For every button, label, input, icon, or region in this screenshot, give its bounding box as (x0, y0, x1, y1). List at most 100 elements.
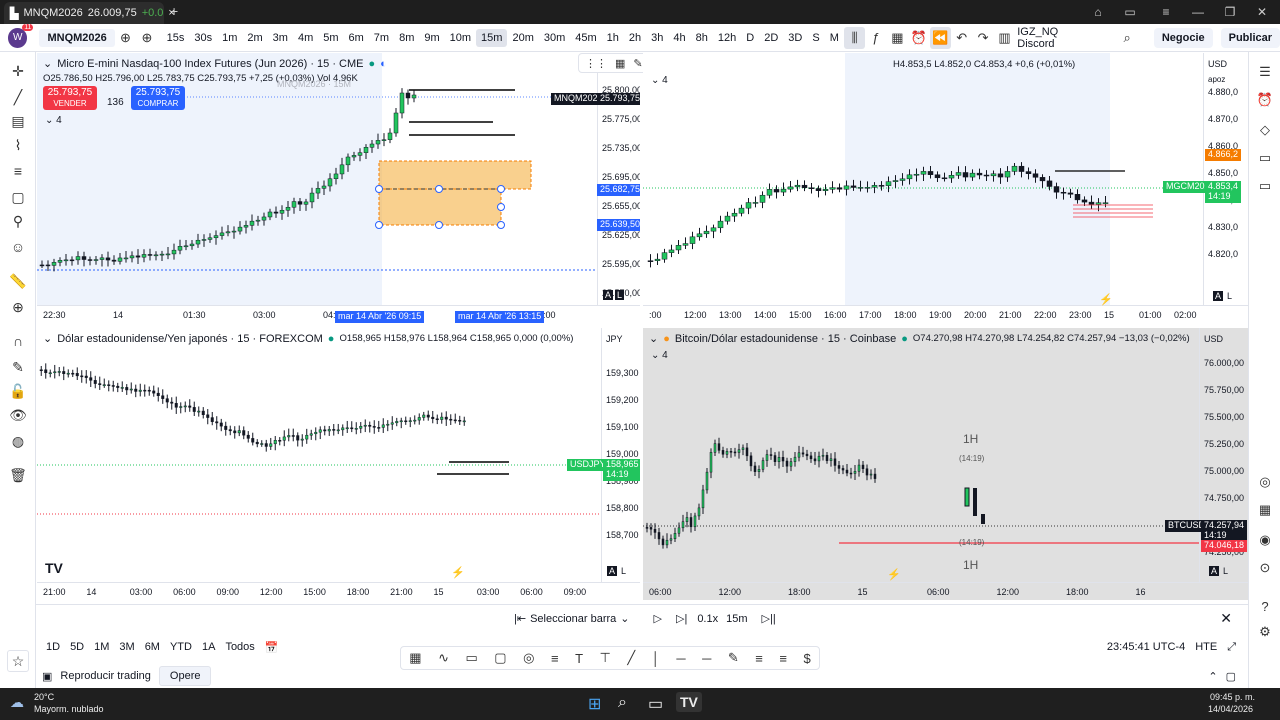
timeframe-5m[interactable]: 5m (318, 29, 343, 47)
trash-icon[interactable]: 🗑 (7, 464, 29, 486)
chart-panel-btcusd[interactable]: ⌄ ● Bitcoin/Dólar estadounidense · 15 · … (643, 328, 1248, 600)
indicators-collapse[interactable]: ⌄ 4 (651, 75, 668, 86)
chart-panel-usdjpy[interactable]: ⌄ Dólar estadounidense/Yen japonés · 15 … (37, 328, 640, 600)
start-icon[interactable]: ⊞ (588, 694, 601, 714)
select-bar-button[interactable]: |⇤ Seleccionar barra ⌄ (514, 612, 630, 625)
axis-currency[interactable]: USD (1208, 59, 1227, 69)
crosshair-icon[interactable]: ✛ (7, 60, 29, 82)
timeframe-2h[interactable]: 2h (624, 29, 646, 47)
clock[interactable]: 23:45:41 UTC-4 (1107, 641, 1185, 653)
chart-type-icon[interactable]: ⫼ (844, 27, 865, 49)
target-icon[interactable]: ◎ (1255, 472, 1275, 492)
session-label[interactable]: HTE (1195, 641, 1217, 653)
timeframe-S[interactable]: S (807, 29, 824, 47)
timeframe-30s[interactable]: 30s (189, 29, 217, 47)
zoom-icon[interactable]: ⊕ (7, 296, 29, 318)
timeframe-30m[interactable]: 30m (539, 29, 570, 47)
shapes-icon[interactable]: ≡ (7, 160, 29, 182)
messages-icon[interactable]: ▭ (1255, 176, 1275, 196)
eye-icon[interactable]: 👁 (7, 404, 29, 426)
timeframe-20m[interactable]: 20m (507, 29, 538, 47)
search-icon[interactable]: ⌕ (618, 694, 627, 712)
timeframe-12h[interactable]: 12h (713, 29, 741, 47)
timeframe-1h[interactable]: 1h (602, 29, 624, 47)
new-tab-button[interactable]: + (170, 3, 178, 19)
taskbar-time[interactable]: 09:45 p. m. (1210, 692, 1255, 702)
alerts-clock-icon[interactable]: ⏰ (1255, 90, 1275, 110)
range-5D[interactable]: 5D (70, 641, 84, 653)
range-1D[interactable]: 1D (46, 641, 60, 653)
publish-button[interactable]: Publicar (1221, 28, 1280, 48)
magnet-icon[interactable]: ∩ (7, 330, 29, 352)
axis-currency[interactable]: USD (1204, 334, 1223, 344)
templates-icon[interactable]: ▦ (887, 27, 908, 49)
indicators-icon[interactable]: ƒ (865, 27, 886, 49)
chart-collapse-icon[interactable]: ⌄ (649, 332, 658, 345)
settings-icon[interactable]: ⚙ (1255, 622, 1275, 642)
alert-icon[interactable]: ⏰ (908, 27, 929, 49)
compare-icon[interactable]: ⊕ (115, 27, 136, 49)
redo-icon[interactable]: ↷ (972, 27, 993, 49)
add-symbol-icon[interactable]: ⊕ (136, 27, 157, 49)
range-Todos[interactable]: Todos (225, 641, 254, 653)
timeframe-6m[interactable]: 6m (344, 29, 369, 47)
broadcast-icon[interactable]: ⊙ (1255, 558, 1275, 578)
account-icon[interactable]: ⌂ (1080, 0, 1116, 24)
chat-icon[interactable]: ▭ (1255, 148, 1275, 168)
timeframe-2D[interactable]: 2D (759, 29, 783, 47)
collapse-up-icon[interactable]: ⌃ (1208, 670, 1217, 683)
range-3M[interactable]: 3M (119, 641, 134, 653)
taskbar-date[interactable]: 14/04/2026 (1208, 704, 1253, 714)
explorer-icon[interactable]: ▭ (648, 694, 663, 714)
timeframe-15s[interactable]: 15s (162, 29, 190, 47)
undo-icon[interactable]: ↶ (951, 27, 972, 49)
emoji-icon[interactable]: ☺ (7, 236, 29, 258)
chart-collapse-icon[interactable]: ⌄ (43, 332, 52, 345)
layout-name[interactable]: IGZ_NQ Discord (1017, 26, 1096, 50)
calc-icon[interactable]: ▦ (1255, 500, 1275, 520)
fib-icon[interactable]: ▤ (7, 110, 29, 132)
buy-button[interactable]: 25.793,75 COMPRAR (131, 86, 185, 110)
favorite-icon[interactable]: ☆ (7, 650, 29, 672)
chart-panel-mgc[interactable]: H4.853,5 L4.852,0 C4.853,4 +0,6 (+0,01%)… (643, 53, 1248, 323)
timeframe-10m[interactable]: 10m (445, 29, 476, 47)
axis-currency[interactable]: JPY (606, 334, 623, 344)
timeframe-3m[interactable]: 3m (268, 29, 293, 47)
sell-button[interactable]: 25.793,75 VENDER (43, 86, 97, 110)
drag-handle-icon[interactable]: ⋮⋮ (585, 57, 607, 70)
close-window-icon[interactable]: ✕ (1244, 0, 1280, 24)
minimize-icon[interactable]: — (1180, 0, 1216, 24)
step-forward-icon[interactable]: ▷| (676, 612, 687, 625)
ruler-icon[interactable]: 📏 (7, 270, 29, 292)
replay-trading-label[interactable]: Reproducir trading (60, 670, 151, 682)
timeframe-3h[interactable]: 3h (646, 29, 668, 47)
axis-mode[interactable]: apoz (1208, 75, 1225, 84)
weather-desc[interactable]: Mayorm. nublado (34, 704, 104, 714)
help-icon[interactable]: ? (1255, 596, 1275, 616)
speed-select[interactable]: 0.1x (697, 613, 718, 625)
timeframe-3D[interactable]: 3D (783, 29, 807, 47)
globe-icon[interactable]: ◍ (7, 430, 29, 452)
search-icon[interactable]: ⌕ (1116, 27, 1137, 49)
tradingview-app-icon[interactable]: TV (676, 692, 702, 712)
maximize-icon[interactable]: ❐ (1212, 0, 1248, 24)
trend-line-icon[interactable]: ╱ (7, 86, 29, 108)
lock-draw-icon[interactable]: ✎ (7, 356, 29, 378)
browser-tab[interactable]: ▙ MNQM2026 26.009,75 +0.0 × (4, 2, 164, 24)
timeframe-9m[interactable]: 9m (419, 29, 444, 47)
timeframe-15m[interactable]: 15m (476, 29, 507, 47)
layout-icon[interactable]: ▥ (994, 27, 1015, 49)
range-1A[interactable]: 1A (202, 641, 215, 653)
timeframe-D[interactable]: D (741, 29, 759, 47)
timeframe-45m[interactable]: 45m (570, 29, 601, 47)
timeframe-8h[interactable]: 8h (691, 29, 713, 47)
lock-icon[interactable]: 🔓 (7, 380, 29, 402)
timeframe-8m[interactable]: 8m (394, 29, 419, 47)
timeframe-4h[interactable]: 4h (668, 29, 690, 47)
jump-realtime-icon[interactable]: ▷|| (762, 612, 776, 625)
maximize-panel-icon[interactable]: ⤢ (1227, 641, 1236, 654)
play-icon[interactable]: ▷ (654, 612, 662, 625)
indicators-collapse[interactable]: ⌄ 4 (651, 350, 668, 361)
indicators-collapse[interactable]: ⌄ 4 (45, 115, 62, 126)
template-icon[interactable]: ▦ (615, 57, 625, 70)
